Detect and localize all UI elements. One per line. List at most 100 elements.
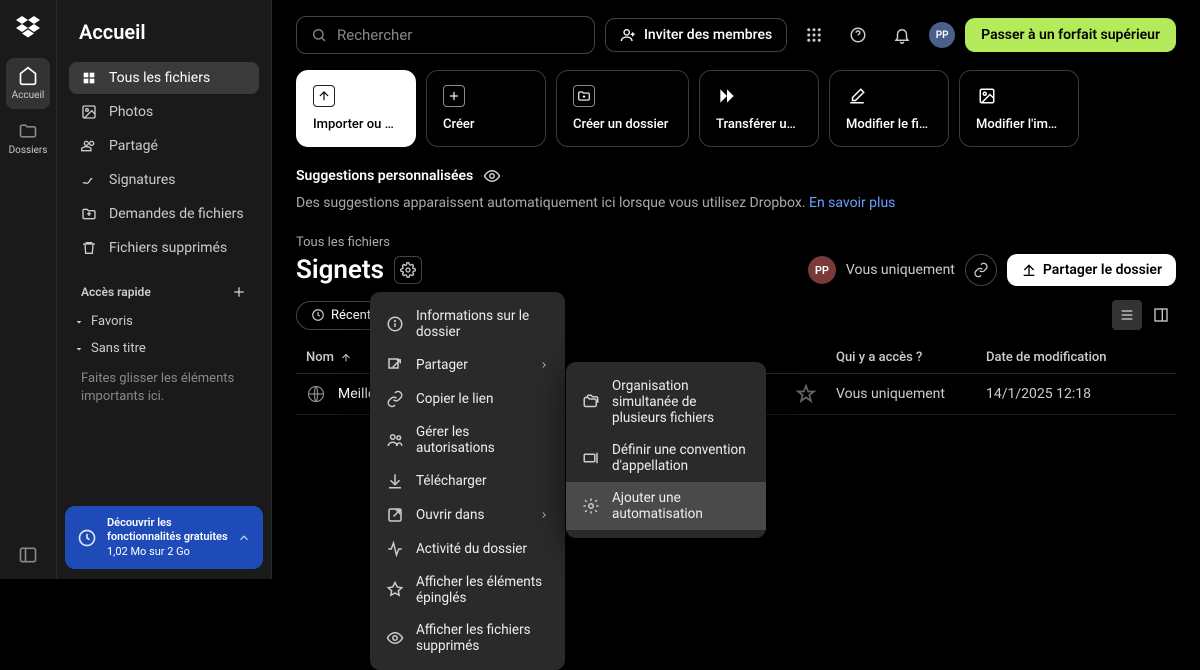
learn-more-link[interactable]: En savoir plus	[809, 195, 895, 211]
link-icon	[386, 390, 404, 408]
invite-label: Inviter des membres	[644, 27, 772, 43]
edit-icon	[846, 85, 868, 107]
clock-icon	[77, 528, 97, 548]
photo-icon	[81, 104, 97, 120]
menu-copy-link[interactable]: Copier le lien	[370, 382, 565, 416]
list-view-button[interactable]	[1112, 300, 1142, 330]
rail-folders-label: Dossiers	[9, 145, 48, 156]
notifications-button[interactable]	[885, 18, 919, 52]
sidebar-item-all-files[interactable]: Tous les fichiers	[69, 62, 259, 94]
sidebar-item-shared[interactable]: Partagé	[69, 130, 259, 162]
card-transfer[interactable]: Transférer une …	[699, 70, 819, 147]
user-avatar[interactable]: PP	[929, 22, 955, 48]
plus-icon	[443, 85, 465, 107]
menu-activity[interactable]: Activité du dossier	[370, 532, 565, 566]
folder-icon	[18, 121, 38, 141]
help-button[interactable]	[841, 18, 875, 52]
sidebar-label: Signatures	[109, 172, 176, 188]
card-upload[interactable]: Importer ou dé…	[296, 70, 416, 147]
promo-banner[interactable]: Découvrir les fonctionnalités gratuites …	[65, 506, 263, 569]
apps-button[interactable]	[797, 18, 831, 52]
column-access[interactable]: Qui y a accès ?	[836, 350, 986, 365]
submenu-add-automation[interactable]: Ajouter une automatisation	[566, 482, 766, 530]
menu-show-deleted[interactable]: Afficher les fichiers supprimés	[370, 614, 565, 662]
card-edit-file[interactable]: Modifier le fichi…	[829, 70, 949, 147]
layout-icon	[1153, 307, 1169, 323]
rail-home[interactable]: Accueil	[6, 58, 50, 109]
dropbox-logo-icon	[16, 14, 40, 38]
menu-show-pinned[interactable]: Afficher les éléments épinglés	[370, 566, 565, 614]
clock-icon	[311, 308, 325, 322]
sidebar-item-signatures[interactable]: Signatures	[69, 164, 259, 196]
share-folder-button[interactable]: Partager le dossier	[1007, 254, 1176, 286]
sidebar-item-deleted[interactable]: Fichiers supprimés	[69, 232, 259, 264]
column-date[interactable]: Date de modification	[986, 350, 1166, 365]
breadcrumb[interactable]: Tous les fichiers	[296, 235, 1176, 250]
star-icon[interactable]	[796, 384, 816, 404]
image-icon	[976, 85, 998, 107]
sidebar-label: Demandes de fichiers	[109, 206, 244, 222]
rail-folders[interactable]: Dossiers	[6, 113, 50, 164]
panel-toggle[interactable]	[18, 545, 38, 565]
globe-icon	[306, 384, 326, 404]
drag-hint: Faites glisser les éléments importants i…	[69, 362, 259, 414]
action-cards: Importer ou dé… Créer Créer un dossier T…	[296, 70, 1176, 147]
owner-avatar[interactable]: PP	[808, 256, 836, 284]
card-edit-image[interactable]: Modifier l'image	[959, 70, 1079, 147]
copy-link-button[interactable]	[965, 254, 997, 286]
activity-icon	[386, 540, 404, 558]
grid-view-button[interactable]	[1146, 300, 1176, 330]
sidebar-item-photos[interactable]: Photos	[69, 96, 259, 128]
download-icon	[386, 472, 404, 490]
chevron-right-icon	[539, 360, 549, 370]
upload-icon	[313, 85, 335, 107]
search-box[interactable]	[296, 16, 595, 54]
submenu-naming-convention[interactable]: Définir une convention d'appellation	[566, 434, 766, 482]
sidebar-label: Photos	[109, 104, 153, 120]
card-create-folder[interactable]: Créer un dossier	[556, 70, 689, 147]
tree-favorites[interactable]: Favoris	[69, 308, 259, 335]
card-label: Créer un dossier	[573, 117, 672, 132]
trash-icon	[81, 240, 97, 256]
signature-icon	[81, 172, 97, 188]
sidebar-title: Accueil	[69, 0, 259, 62]
eye-icon[interactable]	[483, 167, 501, 185]
shared-icon	[81, 138, 97, 154]
chevron-down-icon	[73, 343, 85, 355]
quick-access-label: Accès rapide	[81, 285, 151, 299]
person-add-icon	[620, 27, 636, 43]
link-icon	[973, 262, 989, 278]
eye-icon	[386, 629, 404, 647]
organize-submenu: Organisation simultanée de plusieurs fic…	[566, 362, 766, 538]
grid-icon	[805, 26, 823, 44]
submenu-organize-multiple[interactable]: Organisation simultanée de plusieurs fic…	[566, 370, 766, 434]
help-icon	[849, 26, 867, 44]
card-create[interactable]: Créer	[426, 70, 546, 147]
menu-open-in[interactable]: Ouvrir dans	[370, 498, 565, 532]
bell-icon	[893, 26, 911, 44]
transfer-icon	[716, 85, 738, 107]
upgrade-button[interactable]: Passer à un forfait supérieur	[965, 18, 1176, 52]
menu-folder-info[interactable]: Informations sur le dossier	[370, 300, 565, 348]
gear-icon	[582, 497, 600, 515]
menu-download[interactable]: Télécharger	[370, 464, 565, 498]
sidebar-item-file-requests[interactable]: Demandes de fichiers	[69, 198, 259, 230]
menu-manage-permissions[interactable]: Gérer les autorisations	[370, 416, 565, 464]
add-icon[interactable]	[231, 284, 247, 300]
suggestions-text: Des suggestions apparaissent automatique…	[296, 195, 1176, 211]
menu-share[interactable]: Partager	[370, 348, 565, 382]
folder-settings-button[interactable]	[394, 256, 422, 284]
chevron-down-icon	[73, 316, 85, 328]
row-access: Vous uniquement	[836, 386, 986, 402]
tree-untitled[interactable]: Sans titre	[69, 335, 259, 362]
invite-members-button[interactable]: Inviter des membres	[605, 18, 787, 52]
rename-icon	[582, 449, 600, 467]
search-icon	[311, 27, 327, 43]
row-date: 14/1/2025 12:18	[986, 386, 1166, 402]
promo-title: Découvrir les fonctionnalités gratuites	[107, 516, 229, 545]
search-input[interactable]	[337, 26, 580, 44]
suggestions-title: Suggestions personnalisées	[296, 168, 473, 184]
sidebar-label: Fichiers supprimés	[109, 240, 227, 256]
left-rail: Accueil Dossiers	[0, 0, 57, 579]
tree-label: Sans titre	[91, 341, 146, 356]
